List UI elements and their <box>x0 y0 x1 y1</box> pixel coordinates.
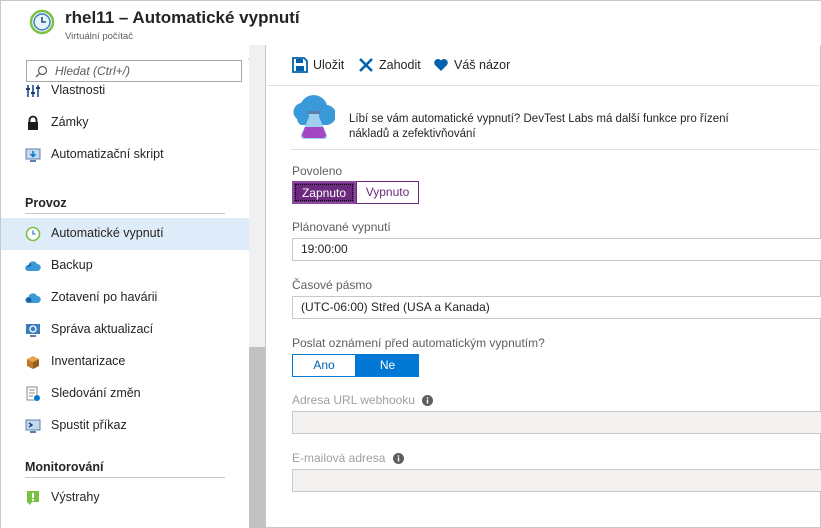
sidebar-item-disaster-recovery[interactable]: Zotavení po havárii <box>1 282 249 314</box>
sidebar-item-label: Zámky <box>51 115 89 129</box>
discard-button[interactable]: Zahodit <box>358 57 424 75</box>
sidebar-item-label: Správa aktualizací <box>51 322 154 336</box>
notify-label: Poslat oznámení před automatickým vypnut… <box>292 336 545 350</box>
discard-label: Zahodit <box>379 58 421 72</box>
run-command-icon <box>25 419 41 433</box>
sidebar-item-label: Automatické vypnutí <box>51 226 164 240</box>
sidebar-item-properties[interactable]: Vlastnosti <box>1 75 249 107</box>
close-icon <box>359 58 373 72</box>
email-label-text: E-mailová adresa <box>292 451 386 465</box>
save-label: Uložit <box>313 58 345 72</box>
notify-yes-option[interactable]: Ano <box>292 354 356 377</box>
email-label: E-mailová adresa <box>292 451 404 465</box>
inventory-icon <box>27 356 39 369</box>
enabled-toggle: Zapnuto Vypnuto <box>292 181 419 204</box>
notify-toggle: Ano Ne <box>292 354 419 377</box>
sidebar-item-run-command[interactable]: Spustit příkaz <box>1 410 249 442</box>
timezone-select[interactable]: (UTC-06:00) Střed (USA a Kanada) <box>292 296 821 319</box>
info-icon <box>422 395 434 407</box>
sidebar-item-label: Sledování změn <box>51 386 141 400</box>
scheduled-shutdown-label: Plánované vypnutí <box>292 220 391 234</box>
sidebar-item-auto-shutdown[interactable]: Automatické vypnutí <box>1 218 249 250</box>
section-header-monitoring: Monitorování <box>25 460 104 474</box>
auto-shutdown-clock-icon <box>29 9 55 35</box>
menu-scrollbar-thumb[interactable] <box>249 347 265 528</box>
heart-icon <box>434 59 448 71</box>
sidebar-item-inventory[interactable]: Inventarizace <box>1 346 249 378</box>
webhook-label-text: Adresa URL webhooku <box>292 393 415 407</box>
sidebar-item-change-tracking[interactable]: Sledování změn <box>1 378 249 410</box>
notify-no-option[interactable]: Ne <box>356 354 419 377</box>
sidebar-item-label: Backup <box>51 258 93 272</box>
section-divider <box>291 149 821 150</box>
sidebar-item-backup[interactable]: Backup <box>1 250 249 282</box>
properties-icon <box>26 85 40 97</box>
section-divider <box>25 477 225 478</box>
devtest-labs-icon <box>293 95 335 140</box>
menu-scrollbar[interactable] <box>249 45 265 528</box>
webhook-input[interactable] <box>292 411 821 434</box>
save-button[interactable]: Uložit <box>292 57 352 75</box>
section-divider <box>25 213 225 214</box>
pane-separator <box>265 45 266 528</box>
feedback-label: Váš názor <box>454 58 511 72</box>
clock-icon <box>25 226 41 242</box>
save-icon <box>292 57 308 73</box>
update-management-icon <box>26 324 40 337</box>
sidebar-item-alerts[interactable]: Výstrahy <box>1 482 249 514</box>
scheduled-shutdown-input[interactable]: 19:00:00 <box>292 238 821 261</box>
feedback-button[interactable]: Váš názor <box>433 57 513 75</box>
command-bar: Uložit Zahodit Váš názor <box>267 45 821 86</box>
section-header-operations: Provoz <box>25 196 67 210</box>
sidebar-item-label: Zotavení po havárii <box>51 290 158 304</box>
automation-script-icon <box>25 148 41 162</box>
disaster-recovery-icon <box>25 293 41 303</box>
sidebar-item-label: Spustit příkaz <box>51 418 127 432</box>
timezone-label: Časové pásmo <box>292 278 373 292</box>
sidebar-item-automation-script[interactable]: Automatizační skript <box>1 139 249 171</box>
enabled-on-option[interactable]: Zapnuto <box>292 181 356 204</box>
enabled-label: Povoleno <box>292 164 343 178</box>
backup-cloud-icon <box>25 261 41 271</box>
webhook-label: Adresa URL webhooku <box>292 393 434 407</box>
lock-icon <box>28 115 38 130</box>
alerts-icon <box>27 491 39 505</box>
email-input[interactable] <box>292 469 821 492</box>
page-title: rhel11 – Automatické vypnutí <box>65 8 300 27</box>
info-icon <box>392 453 404 465</box>
page-subtitle: Virtuální počítač <box>65 31 133 42</box>
sidebar-item-label: Inventarizace <box>51 354 126 368</box>
sidebar-item-locks[interactable]: Zámky <box>1 107 249 139</box>
devtest-promo-text: Líbí se vám automatické vypnutí? DevTest… <box>349 113 729 140</box>
sidebar-item-label: Výstrahy <box>51 490 100 504</box>
sidebar-item-label: Vlastnosti <box>51 83 106 97</box>
sidebar-item-update-management[interactable]: Správa aktualizací <box>1 314 249 346</box>
enabled-off-option[interactable]: Vypnuto <box>356 181 419 204</box>
auto-shutdown-form: Líbí se vám automatické vypnutí? DevTest… <box>267 87 821 528</box>
sidebar-item-label: Automatizační skript <box>51 147 164 161</box>
blade-header: rhel11 – Automatické vypnutí Virtuální p… <box>1 1 821 45</box>
resource-menu: « Vlastnosti Zámky Automatizační skript <box>1 45 265 528</box>
change-tracking-icon <box>26 386 40 401</box>
